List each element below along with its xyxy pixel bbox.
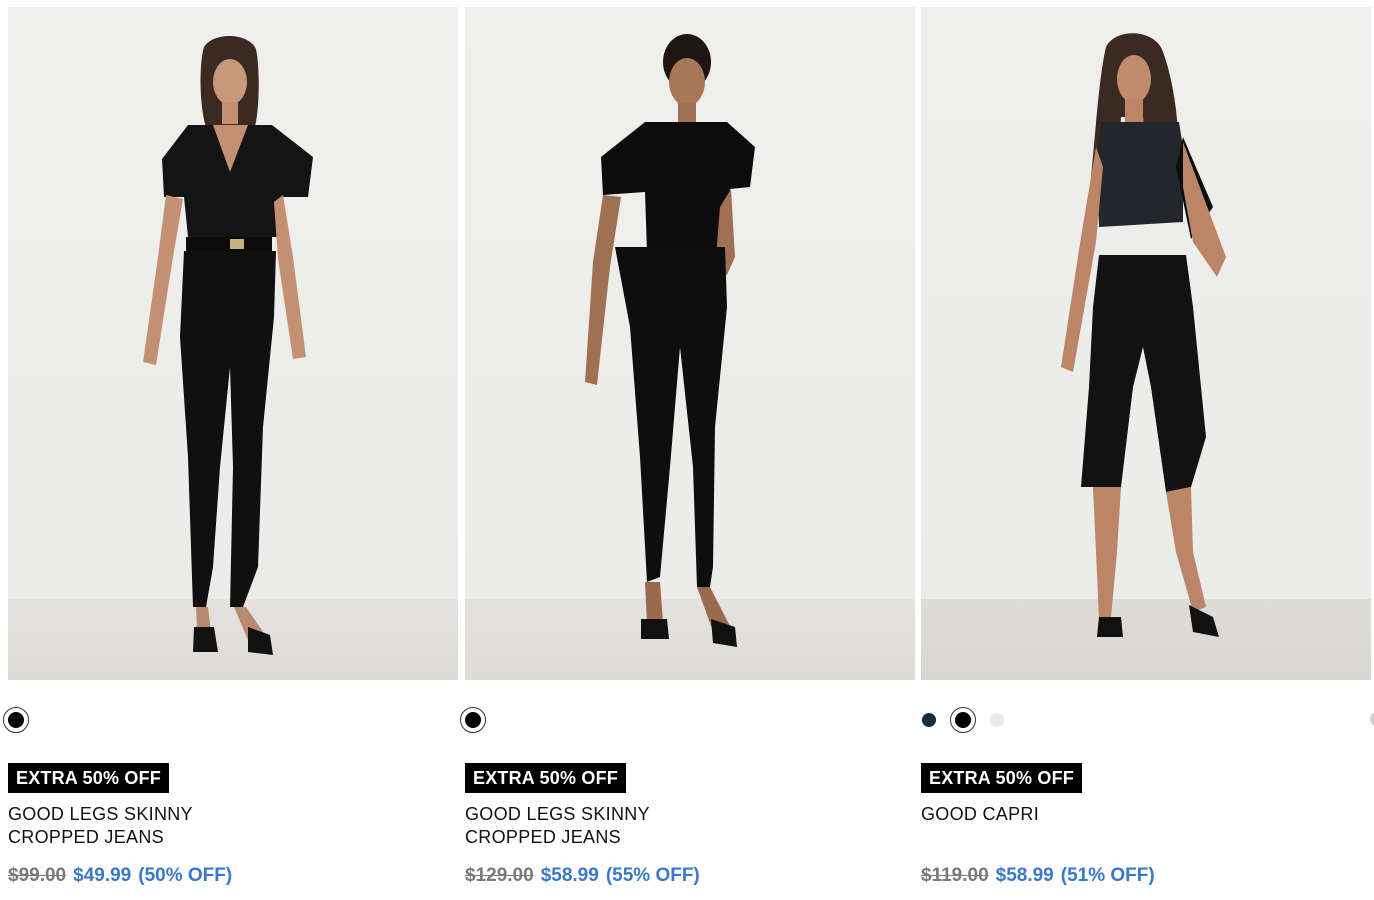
sale-price: $58.99	[540, 865, 599, 886]
product-card[interactable]: EXTRA 50% OFF GOOD CAPRI $119.00 $58.99 …	[921, 7, 1371, 886]
original-price: $99.00	[8, 865, 67, 886]
color-swatches	[3, 707, 29, 733]
original-price: $129.00	[465, 865, 534, 886]
original-price: $119.00	[921, 865, 989, 886]
promo-badge: EXTRA 50% OFF	[8, 763, 169, 793]
price-row: $129.00 $58.99 (55% OFF)	[465, 865, 700, 887]
product-title[interactable]: GOOD LEGS SKINNY CROPPED JEANS	[465, 803, 765, 849]
product-image[interactable]	[8, 7, 458, 680]
product-title[interactable]: GOOD LEGS SKINNY CROPPED JEANS	[8, 803, 308, 849]
product-card[interactable]: EXTRA 50% OFF GOOD LEGS SKINNY CROPPED J…	[460, 7, 915, 886]
product-title[interactable]: GOOD CAPRI	[921, 803, 1221, 826]
product-image[interactable]	[921, 7, 1371, 680]
product-title-line2[interactable]: CROPPED JEANS	[8, 826, 308, 849]
price-row: $119.00 $58.99 (51% OFF)	[921, 865, 1155, 887]
product-title-line1[interactable]: GOOD LEGS SKINNY	[465, 803, 765, 826]
product-title-line1[interactable]: GOOD LEGS SKINNY	[8, 803, 308, 826]
color-swatches	[460, 707, 486, 733]
product-image[interactable]	[465, 7, 915, 680]
model-figure	[143, 35, 313, 655]
product-card[interactable]: EXTRA 50% OFF GOOD LEGS SKINNY CROPPED J…	[3, 7, 458, 886]
swatch-black[interactable]	[950, 707, 976, 733]
swatch-black[interactable]	[3, 707, 29, 733]
product-title-line1[interactable]: GOOD CAPRI	[921, 803, 1221, 826]
color-swatches	[916, 707, 1010, 733]
discount-label: (51% OFF)	[1060, 865, 1155, 886]
model-figure	[1061, 33, 1226, 637]
discount-label: (50% OFF)	[138, 865, 233, 886]
product-title-line2[interactable]: CROPPED JEANS	[465, 826, 765, 849]
promo-badge: EXTRA 50% OFF	[921, 763, 1082, 793]
swatch-black[interactable]	[460, 707, 486, 733]
swatch-navy[interactable]	[916, 707, 942, 733]
promo-badge: EXTRA 50% OFF	[465, 763, 626, 793]
swatch-white[interactable]	[984, 707, 1010, 733]
sale-price: $49.99	[73, 865, 132, 886]
product-grid: EXTRA 50% OFF GOOD LEGS SKINNY CROPPED J…	[0, 0, 1374, 900]
model-figure	[585, 34, 755, 647]
discount-label: (55% OFF)	[605, 865, 700, 886]
price-row: $99.00 $49.99 (50% OFF)	[8, 865, 232, 887]
sale-price: $58.99	[995, 865, 1054, 886]
next-card-swatch-partial	[1370, 713, 1374, 725]
